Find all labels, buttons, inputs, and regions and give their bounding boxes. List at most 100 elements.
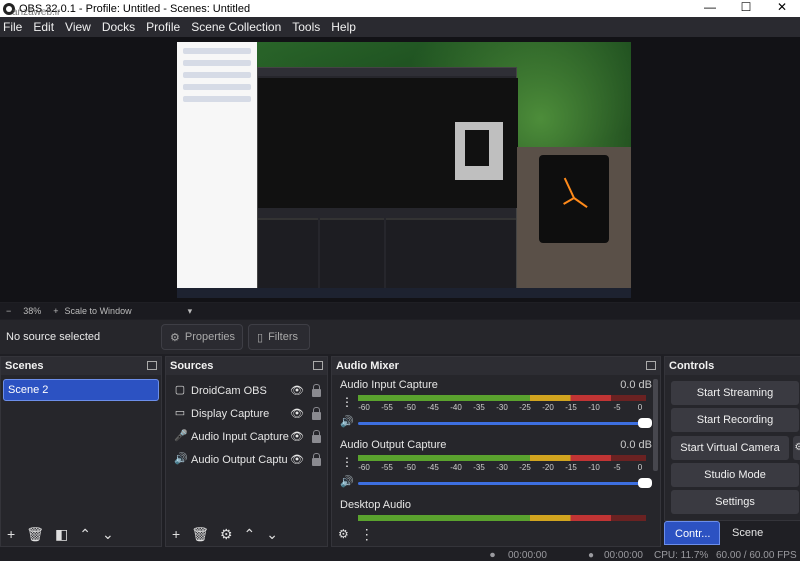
move-down-icon[interactable]: ⌄ <box>102 526 114 543</box>
channel-db: 0.0 dB <box>620 439 652 451</box>
popout-icon[interactable] <box>147 361 157 370</box>
meter-tick-label: -25 <box>519 403 531 412</box>
source-item-display-capture[interactable]: ▭ Display Capture 👁 <box>166 402 327 425</box>
settings-button[interactable]: Settings <box>671 490 799 514</box>
menu-tools[interactable]: Tools <box>292 20 320 34</box>
zoom-out-button[interactable]: − <box>6 306 11 316</box>
maximize-button[interactable]: ☐ <box>728 0 764 17</box>
source-item-audio-input[interactable]: 🎤 Audio Input Capture 👁 <box>166 425 327 448</box>
filters-button[interactable]: ▯ Filters <box>248 324 310 350</box>
trash-icon[interactable]: 🗑 <box>26 526 44 543</box>
kebab-menu-icon[interactable]: ⋮ <box>340 395 354 411</box>
sources-footer: + 🗑 ⚙ ⌃ ⌄ <box>166 522 327 546</box>
controls-title: Controls <box>669 360 715 372</box>
mixer-footer: ⚙ ⋮ <box>332 522 660 546</box>
eye-icon[interactable]: 👁 <box>290 384 304 397</box>
start-virtual-camera-button[interactable]: Start Virtual Camera <box>671 436 789 460</box>
kebab-menu-icon[interactable]: ⋮ <box>360 526 374 543</box>
scenes-footer: + 🗑 ◧ ⌃ ⌄ <box>1 522 161 546</box>
gear-icon[interactable]: ⚙ <box>338 527 349 541</box>
filter-icon: ▯ <box>257 331 264 344</box>
mixer-channel: Audio Output Capture 0.0 dB ⋮ -60 -55 -50-… <box>332 435 660 495</box>
meter-tick-label: -45 <box>427 403 439 412</box>
stream-time: 00:00:00 <box>508 550 547 561</box>
move-up-icon[interactable]: ⌃ <box>244 526 256 543</box>
preview-nested-obs <box>257 67 518 297</box>
start-recording-button[interactable]: Start Recording <box>671 408 799 432</box>
properties-button[interactable]: ⚙ Properties <box>161 324 243 350</box>
trash-icon[interactable]: 🗑 <box>191 526 209 543</box>
eye-icon[interactable]: 👁 <box>290 430 304 443</box>
chevron-down-icon[interactable]: ▾ <box>188 306 193 317</box>
tab-controls[interactable]: Contr... <box>664 521 720 545</box>
close-button[interactable]: ✕ <box>764 0 800 17</box>
title-bar: OBS 32.0.1 - Profile: Untitled - Scenes:… <box>0 0 800 18</box>
gear-icon: ⚙ <box>170 331 180 344</box>
lock-icon[interactable] <box>312 407 321 420</box>
studio-mode-button[interactable]: Studio Mode <box>671 463 799 487</box>
meter-tick-label: -35 <box>473 463 485 472</box>
sources-dock: Sources ▢ DroidCam OBS 👁 ▭ Display Captu… <box>165 356 328 547</box>
stream-icon: ⏺ <box>490 550 495 561</box>
popout-icon[interactable] <box>313 361 323 370</box>
menu-docks[interactable]: Docks <box>102 20 135 34</box>
source-label: Audio Input Capture <box>191 430 289 443</box>
camera-icon: ▢ <box>174 384 186 396</box>
meter-tick-label: -60 <box>358 403 370 412</box>
virtual-camera-settings-button[interactable]: ⚙ <box>793 436 800 460</box>
volume-slider[interactable] <box>358 418 652 428</box>
meter-tick-label: -20 <box>542 463 554 472</box>
speaker-icon[interactable]: 🔊 <box>340 475 354 491</box>
meter-ticks: -60 -55 -50 -45 -40 -35 -30 -25 -20 -15 -10 -5 0 <box>358 401 646 415</box>
gear-icon[interactable]: ⚙ <box>220 526 233 543</box>
lock-icon[interactable] <box>312 384 321 397</box>
start-streaming-button[interactable]: Start Streaming <box>671 381 799 405</box>
channel-name: Audio Output Capture <box>340 439 447 451</box>
menu-file[interactable]: File <box>3 20 22 34</box>
move-down-icon[interactable]: ⌄ <box>266 526 278 543</box>
record-icon: ● <box>588 550 595 561</box>
menu-profile[interactable]: Profile <box>146 20 180 34</box>
meter-tick-label: -55 <box>381 463 393 472</box>
filter-icon[interactable]: ◧ <box>55 526 68 543</box>
no-source-label: No source selected <box>6 331 101 343</box>
slider-knob[interactable] <box>638 478 652 488</box>
channel-name: Desktop Audio <box>340 499 411 511</box>
controls-dock: Controls Start Streaming Start Recording… <box>664 356 800 521</box>
eye-icon[interactable]: 👁 <box>290 453 304 466</box>
lock-icon[interactable] <box>312 430 321 443</box>
menu-help[interactable]: Help <box>331 20 356 34</box>
source-label: DroidCam OBS <box>191 384 267 397</box>
popout-icon[interactable] <box>646 361 656 370</box>
menu-view[interactable]: View <box>65 20 91 34</box>
speaker-icon[interactable]: 🔊 <box>340 415 354 431</box>
menu-scene-collection[interactable]: Scene Collection <box>191 20 281 34</box>
mixer-title: Audio Mixer <box>336 360 399 372</box>
menu-edit[interactable]: Edit <box>33 20 54 34</box>
minimize-button[interactable]: — <box>692 0 728 17</box>
scene-item[interactable]: Scene 2 <box>3 379 159 401</box>
source-item-droidcam[interactable]: ▢ DroidCam OBS 👁 <box>166 379 327 402</box>
scenes-header: Scenes <box>1 357 161 375</box>
slider-knob[interactable] <box>638 418 652 428</box>
zoom-in-button[interactable]: + <box>53 306 58 316</box>
source-item-audio-output[interactable]: 🔊 Audio Output Captu 👁 <box>166 448 327 471</box>
add-icon[interactable]: + <box>7 526 15 542</box>
zoom-mode-select[interactable]: Scale to Window <box>65 306 132 316</box>
meter-tick-label: -40 <box>450 463 462 472</box>
lock-icon[interactable] <box>312 453 321 466</box>
volume-slider[interactable] <box>358 478 652 488</box>
preview-canvas[interactable] <box>177 42 631 298</box>
add-icon[interactable]: + <box>172 526 180 542</box>
preview-clock-small <box>455 122 503 180</box>
kebab-menu-icon[interactable]: ⋮ <box>340 455 354 471</box>
tab-scene-transitions[interactable]: Scene Transitio <box>722 521 800 561</box>
move-up-icon[interactable]: ⌃ <box>79 526 91 543</box>
sources-title: Sources <box>170 360 214 372</box>
scenes-dock: Scenes Scene 2 + 🗑 ◧ ⌃ ⌄ <box>0 356 162 547</box>
window-controls: — ☐ ✕ <box>692 0 800 17</box>
meter-tick-label: -45 <box>427 463 439 472</box>
meter-tick-label: -5 <box>613 403 621 412</box>
eye-icon[interactable]: 👁 <box>290 407 304 420</box>
meter-tick-label: -15 <box>565 403 577 412</box>
